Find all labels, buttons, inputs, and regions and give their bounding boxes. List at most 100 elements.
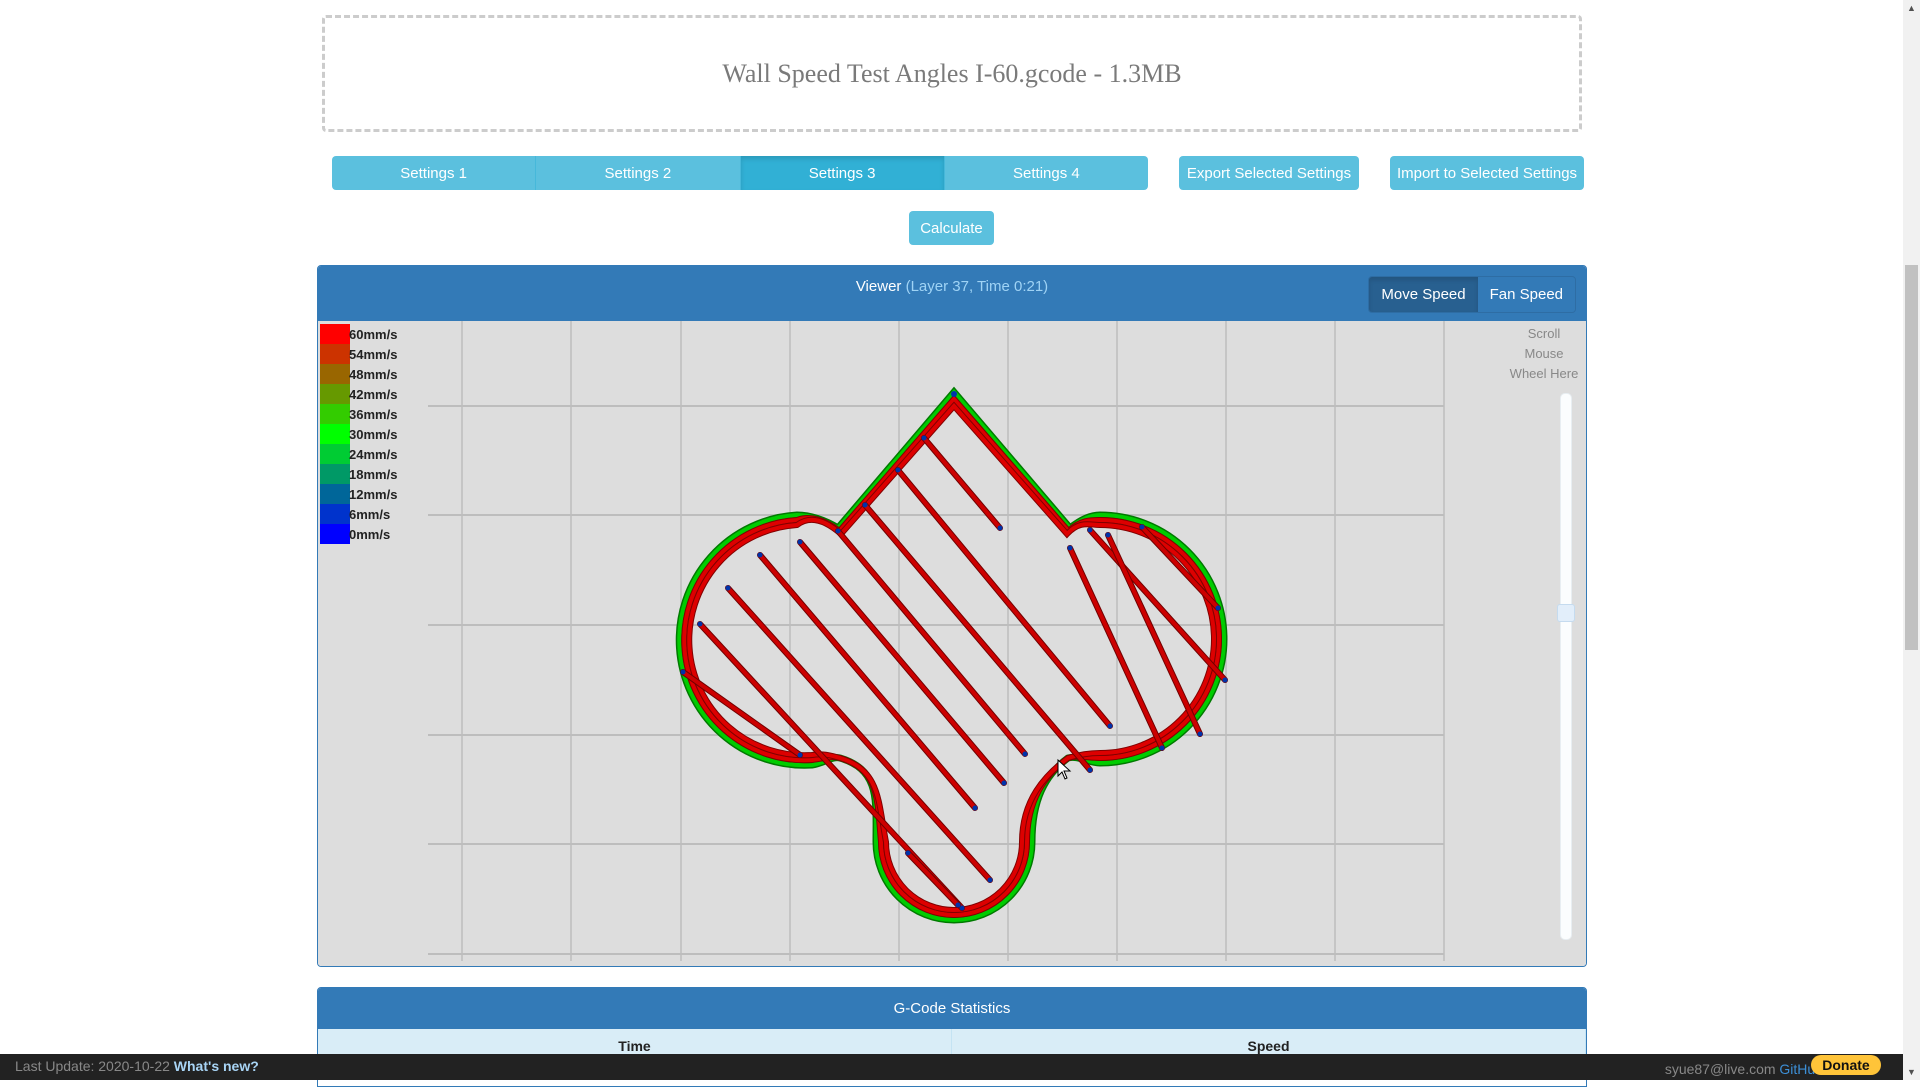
export-settings-button[interactable]: Export Selected Settings: [1179, 156, 1359, 190]
speed-legend: 60mm/s 54mm/s 48mm/s 42mm/s 36mm/s 30mm/s 24mm…: [320, 324, 397, 544]
scroll-hint: Scroll Mouse Wheel Here: [1504, 324, 1584, 384]
tab-settings-1[interactable]: Settings 1: [332, 156, 537, 190]
viewer-panel: Viewer (Layer 37, Time 0:21) Move Speed …: [317, 265, 1587, 967]
infill-line: [1068, 546, 1164, 750]
move-speed-button[interactable]: Move Speed: [1369, 277, 1478, 312]
infill-turn-point: [680, 669, 686, 675]
infill-turn-point: [1067, 545, 1073, 551]
infill-turn-point: [921, 435, 927, 441]
legend-swatch: [320, 404, 350, 424]
legend-item: 18mm/s: [320, 464, 397, 484]
infill-turn-point: [987, 877, 993, 883]
legend-label: 24mm/s: [349, 446, 398, 462]
layer-slider-thumb[interactable]: [1557, 604, 1575, 622]
file-name-label: Wall Speed Test Angles I-60.gcode - 1.3M…: [722, 58, 1182, 88]
view-mode-group: Move Speed Fan Speed: [1368, 276, 1576, 313]
scroll-hint-line: Mouse: [1524, 346, 1564, 361]
legend-label: 12mm/s: [349, 486, 398, 502]
scroll-up-arrow-icon[interactable]: ▲: [1907, 3, 1916, 13]
file-drop-zone[interactable]: Wall Speed Test Angles I-60.gcode - 1.3M…: [322, 15, 1582, 132]
scroll-hint-line: Wheel Here: [1509, 366, 1579, 381]
page-scrollbar[interactable]: ▲ ▼: [1903, 0, 1920, 1080]
legend-item: 60mm/s: [320, 324, 397, 344]
legend-swatch: [320, 504, 350, 524]
statistics-title: G-Code Statistics: [318, 988, 1586, 1029]
gcode-drawing: [428, 321, 1445, 961]
legend-item: 48mm/s: [320, 364, 397, 384]
infill-turn-point: [1022, 751, 1028, 757]
tab-settings-2[interactable]: Settings 2: [536, 156, 741, 190]
infill-line: [836, 529, 1027, 756]
layer-slider[interactable]: [1557, 393, 1575, 940]
infill-turn-point: [1197, 731, 1203, 737]
infill-turn-point: [1107, 723, 1113, 729]
infill-turn-point: [1215, 605, 1221, 611]
author-email: syue87@live.com: [1664, 1061, 1776, 1077]
legend-label: 18mm/s: [349, 466, 398, 482]
legend-label: 42mm/s: [349, 386, 398, 402]
footer-bar: Last Update: 2020-10-22 What's new? syue…: [0, 1054, 1903, 1080]
legend-label: 6mm/s: [349, 506, 391, 522]
infill-turn-point: [955, 902, 961, 908]
infill-turn-point: [797, 752, 803, 758]
infill-turn-point: [895, 467, 901, 473]
legend-item: 30mm/s: [320, 424, 397, 444]
legend-item: 54mm/s: [320, 344, 397, 364]
legend-label: 48mm/s: [349, 366, 398, 382]
settings-tab-group: Settings 1 Settings 2 Settings 3 Setting…: [332, 156, 1148, 190]
infill-turn-point: [835, 528, 841, 534]
infill-turn-point: [797, 539, 803, 545]
infill-turn-point: [1087, 527, 1093, 533]
footer-right: syue87@live.com GitHub: [1665, 1061, 1823, 1077]
infill-line: [798, 540, 1006, 785]
infill-turn-point: [1222, 677, 1228, 683]
legend-item: 12mm/s: [320, 484, 397, 504]
viewer-layer-time: (Layer 37, Time 0:21): [905, 278, 1049, 295]
infill-turn-point: [757, 552, 763, 558]
legend-item: 42mm/s: [320, 384, 397, 404]
wall-start-point: [951, 391, 957, 397]
legend-label: 60mm/s: [349, 326, 398, 342]
infill-turn-point: [1139, 524, 1145, 530]
infill-turn-point: [1159, 745, 1165, 751]
fan-speed-button[interactable]: Fan Speed: [1477, 277, 1575, 312]
donate-button[interactable]: Donate: [1811, 1055, 1881, 1075]
infill-turn-point: [972, 805, 978, 811]
legend-swatch: [320, 444, 350, 464]
calculate-button[interactable]: Calculate: [909, 211, 994, 245]
gcode-canvas[interactable]: 60mm/s 54mm/s 48mm/s 42mm/s 36mm/s 30mm/s 24mm…: [318, 321, 1586, 966]
legend-label: 0mm/s: [349, 526, 391, 542]
legend-item: 0mm/s: [320, 524, 397, 544]
import-settings-button[interactable]: Import to Selected Settings: [1390, 156, 1584, 190]
infill-line: [1140, 525, 1220, 610]
tab-settings-3[interactable]: Settings 3: [740, 156, 945, 190]
legend-swatch: [320, 364, 350, 384]
infill-turn-point: [997, 525, 1003, 531]
legend-swatch: [320, 384, 350, 404]
infill-turn-point: [1001, 780, 1007, 786]
legend-swatch: [320, 484, 350, 504]
legend-label: 30mm/s: [349, 426, 398, 442]
legend-swatch: [320, 344, 350, 364]
infill-turn-point: [1087, 767, 1093, 773]
whats-new-link[interactable]: What's new?: [174, 1058, 259, 1074]
infill-turn-point: [1105, 532, 1111, 538]
infill-turn-point: [862, 502, 868, 508]
legend-item: 36mm/s: [320, 404, 397, 424]
viewer-header: Viewer (Layer 37, Time 0:21) Move Speed …: [318, 266, 1586, 321]
viewer-title-text: Viewer: [855, 278, 902, 295]
legend-label: 54mm/s: [349, 346, 398, 362]
page-scrollbar-thumb[interactable]: [1905, 265, 1918, 650]
legend-swatch: [320, 524, 350, 544]
legend-swatch: [320, 324, 350, 344]
infill-turn-point: [697, 621, 703, 627]
legend-item: 6mm/s: [320, 504, 397, 524]
legend-item: 24mm/s: [320, 444, 397, 464]
tab-settings-4[interactable]: Settings 4: [944, 156, 1148, 190]
scroll-down-arrow-icon[interactable]: ▼: [1907, 1067, 1916, 1077]
scroll-hint-line: Scroll: [1527, 326, 1561, 341]
last-update-label: Last Update: 2020-10-22: [15, 1058, 170, 1074]
infill-line: [1088, 528, 1227, 682]
footer-left: Last Update: 2020-10-22 What's new?: [15, 1058, 259, 1074]
infill-turn-point: [905, 850, 911, 856]
